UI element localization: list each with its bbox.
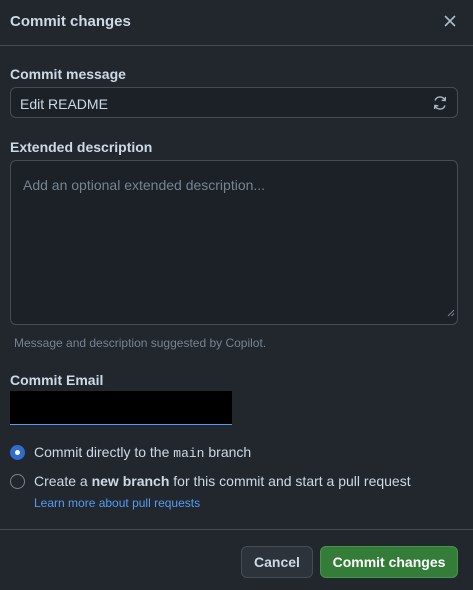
copilot-suggestion-hint: Message and description suggested by Cop… xyxy=(14,336,267,350)
cancel-button[interactable]: Cancel xyxy=(241,546,313,578)
dialog-footer: Cancel Commit changes xyxy=(0,529,473,590)
radio-commit-directly[interactable] xyxy=(10,445,25,460)
extended-description-textarea[interactable]: Add an optional extended description... xyxy=(10,160,458,325)
option-new-branch-label: Create a new branch for this commit and … xyxy=(34,473,411,489)
commit-changes-dialog: Commit changes Commit message Edit READM… xyxy=(0,0,473,590)
resize-grip-icon[interactable] xyxy=(447,304,455,322)
commit-message-value[interactable]: Edit README xyxy=(20,96,108,112)
option-new-branch[interactable]: Create a new branch for this commit and … xyxy=(10,473,411,489)
extended-description-label: Extended description xyxy=(10,139,153,155)
commit-message-input[interactable]: Edit README xyxy=(10,87,458,118)
option-commit-directly-label: Commit directly to the main branch xyxy=(34,444,252,461)
sync-icon[interactable] xyxy=(432,95,448,111)
close-icon[interactable] xyxy=(441,12,459,30)
commit-changes-button[interactable]: Commit changes xyxy=(320,546,458,578)
option-commit-directly[interactable]: Commit directly to the main branch xyxy=(10,444,251,461)
learn-more-link[interactable]: Learn more about pull requests xyxy=(34,496,200,510)
extended-description-placeholder: Add an optional extended description... xyxy=(23,177,266,193)
commit-email-select[interactable] xyxy=(10,391,232,425)
dialog-title: Commit changes xyxy=(10,13,131,30)
commit-email-label: Commit Email xyxy=(10,372,104,388)
branch-name: main xyxy=(173,446,205,461)
commit-message-label: Commit message xyxy=(10,66,126,82)
dialog-header: Commit changes xyxy=(0,0,473,46)
radio-new-branch[interactable] xyxy=(10,473,25,489)
